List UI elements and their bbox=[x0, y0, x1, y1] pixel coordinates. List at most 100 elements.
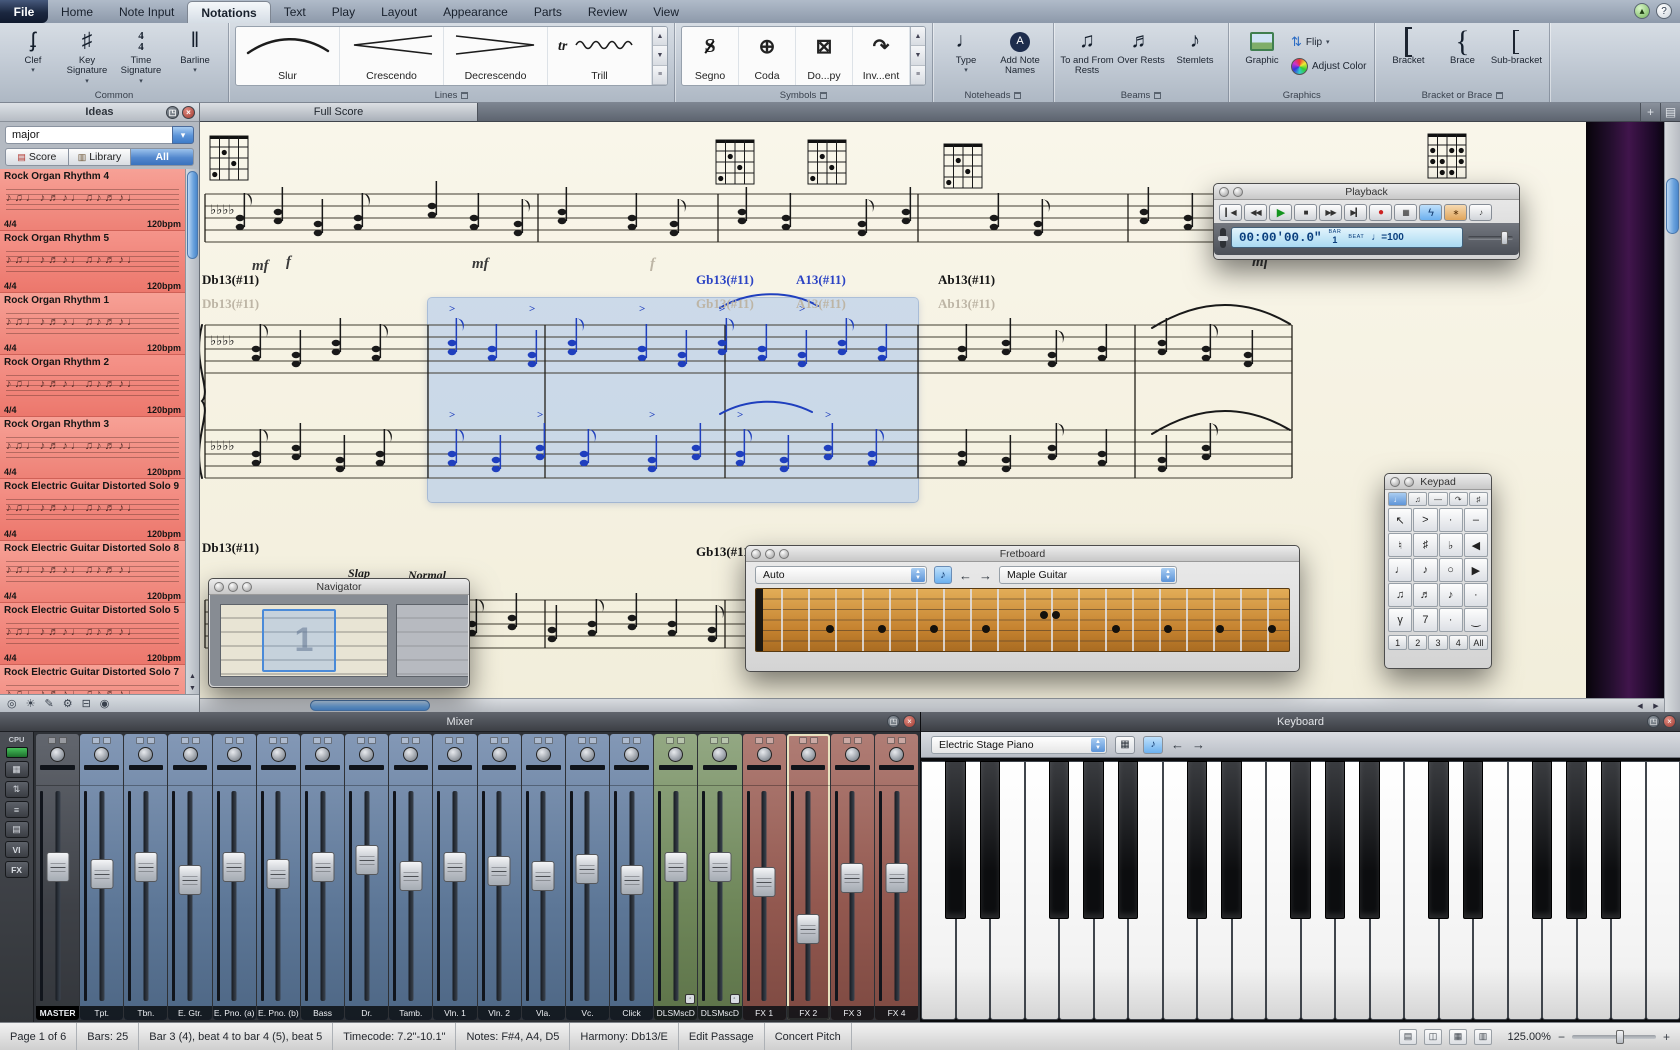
clef-button[interactable]: ʄ Clef ▾ bbox=[6, 26, 60, 75]
ribbon-tab-appearance[interactable]: Appearance bbox=[430, 0, 521, 23]
mixer-strip-fx-1-16[interactable]: FX 1 bbox=[743, 734, 786, 1020]
dynamic-marking[interactable]: mf bbox=[252, 258, 269, 275]
ideas-tab-library[interactable]: ▥ Library bbox=[69, 148, 132, 166]
add-note-names-button[interactable]: A Add Note Names bbox=[993, 26, 1047, 77]
mixer-strip-fx-3-18[interactable]: FX 3 bbox=[831, 734, 874, 1020]
mixer-strip-vc-12[interactable]: Vc. bbox=[566, 734, 609, 1020]
navigator-page-2[interactable]: 2 bbox=[396, 604, 468, 677]
pan-knob[interactable] bbox=[227, 747, 242, 762]
pan-knob[interactable] bbox=[94, 747, 109, 762]
fader-handle[interactable] bbox=[223, 852, 246, 882]
keypad-key-r1c3[interactable]: · bbox=[1439, 508, 1463, 532]
playback-position-slider[interactable] bbox=[1468, 236, 1513, 240]
vertical-scrollbar[interactable] bbox=[1664, 122, 1680, 712]
mixer-detach-button[interactable]: ◳ bbox=[887, 715, 900, 728]
piano-black-key-1[interactable] bbox=[945, 761, 965, 919]
mixer-view-meters-button[interactable]: ▦ bbox=[5, 761, 29, 778]
transport-stop-button[interactable]: ■ bbox=[1294, 204, 1317, 221]
fader-handle[interactable] bbox=[267, 859, 290, 889]
segno-gallery-item[interactable]: S Segno bbox=[682, 27, 739, 85]
minimize-ribbon-button[interactable]: ▴ bbox=[1634, 3, 1650, 19]
decrescendo-gallery-item[interactable]: Decrescendo bbox=[444, 27, 548, 85]
transport-flexi-time-button[interactable]: ▦ bbox=[1394, 204, 1417, 221]
fader-handle[interactable] bbox=[488, 856, 511, 886]
keypad-layout-tab-3[interactable]: — bbox=[1428, 492, 1447, 506]
scroll-left-icon[interactable]: ◀ bbox=[1632, 699, 1648, 712]
status-item-bar-3-4-beat-4-to-bar-4-5-beat-5[interactable]: Bar 3 (4), beat 4 to bar 4 (5), beat 5 bbox=[139, 1023, 333, 1050]
tempo-slider[interactable] bbox=[1220, 228, 1226, 248]
gallery-scroll-down-icon[interactable]: ▼ bbox=[653, 46, 667, 65]
mixer-strip-e-pno-b-5[interactable]: E. Pno. (b) bbox=[257, 734, 300, 1020]
transport-fast-forward-button[interactable]: ▶▶ bbox=[1319, 204, 1342, 221]
ribbon-tab-review[interactable]: Review bbox=[575, 0, 640, 23]
dialog-launcher-icon[interactable] bbox=[1496, 92, 1503, 99]
keyboard-octave-up-icon[interactable]: → bbox=[1192, 737, 1205, 752]
transport-rewind-button[interactable]: ◀◀ bbox=[1244, 204, 1267, 221]
idea-list-item[interactable]: Rock Electric Guitar Distorted Solo 8♪♫♩… bbox=[0, 541, 185, 603]
idea-list-item[interactable]: Rock Electric Guitar Distorted Solo 7♪♫♩… bbox=[0, 665, 185, 694]
idea-list-item[interactable]: Rock Organ Rhythm 3♪♫♩♪♬♪♩♫♪♬♪♩4/4120bpm bbox=[0, 417, 185, 479]
chord-symbol[interactable]: Gb13(#11) bbox=[696, 296, 754, 312]
keypad-page-1[interactable]: 1 bbox=[1388, 635, 1407, 650]
mixer-strip-tbn-2[interactable]: Tbn. bbox=[124, 734, 167, 1020]
fader-handle[interactable] bbox=[443, 852, 466, 882]
gallery-scroll-down-icon[interactable]: ▼ bbox=[911, 46, 925, 65]
piano-black-key-6[interactable] bbox=[1118, 761, 1138, 919]
transport-click-track-button[interactable]: ♪ bbox=[1469, 204, 1492, 221]
fader-handle[interactable] bbox=[532, 861, 555, 891]
new-tab-button[interactable]: + bbox=[1640, 103, 1660, 121]
ideas-tab-all[interactable]: All bbox=[131, 148, 194, 166]
keypad-key-r3c1[interactable]: ♩ bbox=[1388, 558, 1412, 582]
mixer-strip-dlsmscd-14[interactable]: ◦DLSMscD bbox=[654, 734, 697, 1020]
ribbon-tab-layout[interactable]: Layout bbox=[368, 0, 430, 23]
transport-live-playback-button[interactable]: ϟ bbox=[1419, 204, 1442, 221]
select-tool-icon[interactable]: ◎ bbox=[7, 697, 17, 710]
ideas-filter-input[interactable]: major bbox=[5, 126, 172, 144]
fader-handle[interactable] bbox=[311, 852, 334, 882]
keypad-key-r3c2[interactable]: ♪ bbox=[1413, 558, 1437, 582]
gallery-expand-icon[interactable]: ≡ bbox=[911, 66, 925, 85]
window-zoom-icon[interactable] bbox=[779, 549, 789, 559]
keypad-key-r5c3[interactable]: · bbox=[1439, 608, 1463, 632]
keypad-key-r5c2[interactable]: 7 bbox=[1413, 608, 1437, 632]
gallery-scrollbar[interactable]: ▲ ▼ ≡ bbox=[652, 27, 667, 85]
keypad-page-all[interactable]: All bbox=[1469, 635, 1488, 650]
fader-handle[interactable] bbox=[399, 861, 422, 891]
keypad-titlebar[interactable]: Keypad bbox=[1385, 474, 1491, 490]
plugin-badge-icon[interactable]: ◦ bbox=[730, 994, 740, 1004]
pan-knob[interactable] bbox=[447, 747, 462, 762]
gallery-scroll-up-icon[interactable]: ▲ bbox=[653, 27, 667, 46]
window-minimize-icon[interactable] bbox=[1404, 477, 1414, 487]
piano-black-key-16[interactable] bbox=[1463, 761, 1483, 919]
fader-handle[interactable] bbox=[134, 852, 157, 882]
stemlets-button[interactable]: ♪ Stemlets bbox=[1168, 26, 1222, 66]
ideas-filter-dropdown-button[interactable]: ▾ bbox=[172, 126, 194, 144]
piano-black-key-9[interactable] bbox=[1221, 761, 1241, 919]
mixer-strip-bass-6[interactable]: Bass bbox=[301, 734, 344, 1020]
keypad-key-r4c2[interactable]: ♬ bbox=[1413, 583, 1437, 607]
pan-knob[interactable] bbox=[50, 747, 65, 762]
ideas-close-button[interactable]: × bbox=[182, 106, 195, 119]
graphic-button[interactable]: Graphic bbox=[1235, 26, 1289, 66]
horizontal-scrollbar[interactable]: ◀ ▶ bbox=[200, 698, 1664, 712]
capture-idea-icon[interactable]: ☀ bbox=[26, 697, 36, 710]
fader-handle[interactable] bbox=[576, 854, 599, 884]
ribbon-tab-view[interactable]: View bbox=[640, 0, 692, 23]
window-close-icon[interactable] bbox=[1390, 477, 1400, 487]
piano-black-key-15[interactable] bbox=[1428, 761, 1448, 919]
idea-info-icon[interactable]: ◉ bbox=[100, 697, 110, 710]
coda-gallery-item[interactable]: ⊕ Coda bbox=[739, 27, 796, 85]
mixer-strip-dlsmscd-15[interactable]: ◦DLSMscD bbox=[698, 734, 741, 1020]
delete-idea-icon[interactable]: ⊟ bbox=[82, 697, 91, 710]
idea-list-item[interactable]: Rock Electric Guitar Distorted Solo 5♪♫♩… bbox=[0, 603, 185, 665]
fader-handle[interactable] bbox=[355, 845, 378, 875]
zoom-out-icon[interactable]: − bbox=[1558, 1030, 1565, 1044]
transport-play-button[interactable]: ▶ bbox=[1269, 204, 1292, 221]
crescendo-gallery-item[interactable]: Crescendo bbox=[340, 27, 444, 85]
mixer-strip-vla-11[interactable]: Vla. bbox=[522, 734, 565, 1020]
zoom-in-icon[interactable]: + bbox=[1663, 1030, 1670, 1044]
mixer-strip-tpt-1[interactable]: Tpt. bbox=[80, 734, 123, 1020]
mixer-strip-click-13[interactable]: Click bbox=[610, 734, 653, 1020]
pan-knob[interactable] bbox=[757, 747, 772, 762]
fader-handle[interactable] bbox=[90, 859, 113, 889]
